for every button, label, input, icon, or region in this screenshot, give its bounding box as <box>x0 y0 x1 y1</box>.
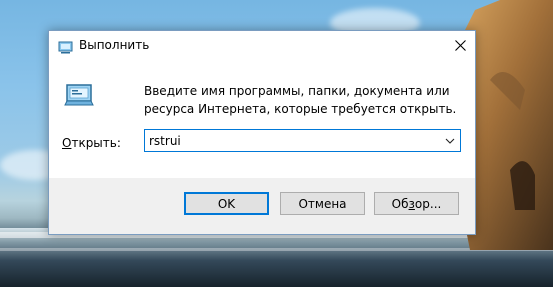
run-icon <box>58 39 73 58</box>
dropdown-button[interactable] <box>440 130 460 151</box>
chevron-down-icon <box>445 138 455 144</box>
browse-button[interactable]: Об з ор... <box>374 192 459 215</box>
close-button[interactable] <box>445 31 475 60</box>
dialog-content: Введите имя программы, папки, документа … <box>49 60 475 178</box>
ok-button[interactable]: OK <box>184 192 269 215</box>
open-label: Открыть: <box>62 136 121 150</box>
close-icon <box>454 40 466 51</box>
command-input[interactable] <box>147 131 436 150</box>
dialog-description: Введите имя программы, папки, документа … <box>144 84 457 116</box>
command-combobox[interactable] <box>144 129 461 152</box>
title-bar: Выполнить <box>49 31 475 60</box>
run-dialog: Выполнить Введите имя программы, папки, … <box>48 30 476 235</box>
run-icon <box>63 82 95 114</box>
dialog-footer: OK Отмена Об з ор... <box>49 178 475 234</box>
cancel-button[interactable]: Отмена <box>280 192 365 215</box>
dialog-title: Выполнить <box>79 38 150 52</box>
